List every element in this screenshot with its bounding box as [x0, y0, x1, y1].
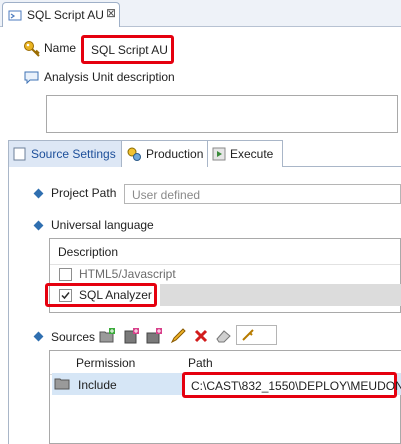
name-input-value: SQL Script AU: [91, 43, 168, 57]
checkmark-icon: [61, 292, 70, 300]
project-path-placeholder: User defined: [132, 188, 201, 202]
tab-source-settings[interactable]: Source Settings: [8, 140, 123, 168]
clear-icon[interactable]: [215, 328, 232, 344]
document-icon: [13, 147, 26, 161]
project-path-label: Project Path: [51, 186, 117, 200]
folder-icon: [54, 378, 70, 390]
universal-language-label: Universal language: [51, 218, 154, 232]
description-column-header: Description: [50, 239, 400, 265]
sql-analyzer-label: SQL Analyzer: [79, 288, 152, 302]
add-file-icon[interactable]: [123, 328, 140, 344]
tab-production[interactable]: Production: [121, 140, 209, 168]
description-label: Analysis Unit description: [44, 70, 175, 84]
execute-icon: [212, 147, 226, 161]
browse-icon: [242, 329, 254, 341]
description-textarea[interactable]: [46, 95, 398, 133]
tab-execute-label: Execute: [230, 147, 274, 161]
name-input[interactable]: SQL Script AU: [81, 35, 174, 64]
table-corner-header: [50, 351, 71, 375]
add-database-icon[interactable]: [146, 328, 163, 344]
add-folder-icon[interactable]: [99, 328, 116, 344]
html5-label: HTML5/Javascript: [79, 267, 176, 281]
settings-tabs: Source Settings Production Execute: [8, 140, 401, 168]
description-header-label: Description: [58, 245, 119, 259]
html5-checkbox[interactable]: [59, 268, 72, 281]
permission-header-label: Permission: [76, 356, 136, 370]
edit-icon[interactable]: [170, 328, 187, 344]
editor-tab-title: SQL Script AU: [27, 8, 104, 22]
gears-icon: [127, 147, 141, 161]
editor-tab[interactable]: SQL Script AU ⊠: [2, 2, 120, 27]
sql-analyzer-checkbox[interactable]: [59, 289, 72, 302]
close-icon[interactable]: ⊠: [106, 6, 116, 20]
tab-execute[interactable]: Execute: [207, 140, 283, 168]
key-icon: [24, 41, 40, 57]
path-cell[interactable]: C:\CAST\832_1550\DEPLOY\MEUDON: [182, 372, 401, 398]
permission-column-header[interactable]: Permission: [70, 351, 183, 375]
sql-analyzer-row-highlight: [160, 284, 401, 306]
comment-icon: [24, 71, 39, 84]
path-cell-value: C:\CAST\832_1550\DEPLOY\MEUDON: [191, 379, 401, 393]
delete-icon[interactable]: [193, 328, 210, 344]
browse-field[interactable]: [236, 325, 277, 345]
project-path-input[interactable]: User defined: [124, 184, 401, 204]
sources-label: Sources: [51, 330, 96, 344]
tab-production-label: Production: [146, 147, 204, 161]
permission-cell: Include: [78, 378, 117, 392]
tab-source-settings-label: Source Settings: [31, 147, 116, 161]
name-label: Name: [44, 41, 77, 55]
sql-script-icon: [8, 10, 22, 21]
path-header-label: Path: [188, 356, 213, 370]
